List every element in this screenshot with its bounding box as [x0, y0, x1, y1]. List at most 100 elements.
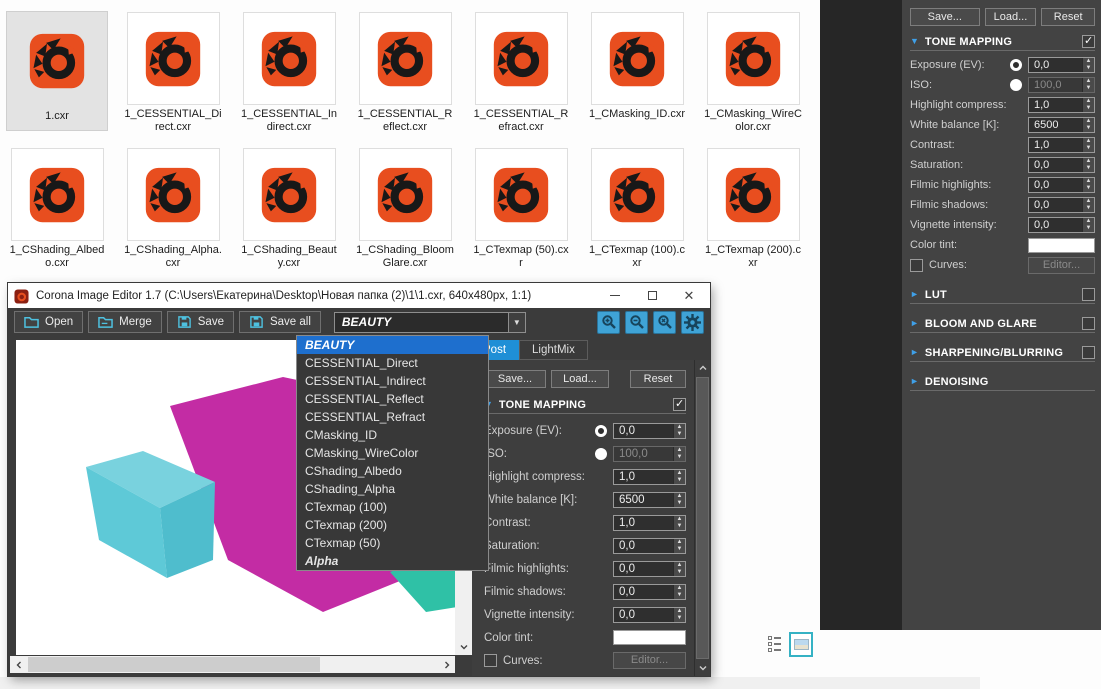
value-field[interactable]: 0,0 ▲ ▼: [1028, 57, 1095, 73]
scrollbar-thumb[interactable]: [696, 377, 709, 659]
spin-up-icon[interactable]: ▲: [1083, 158, 1094, 165]
spin-up-icon[interactable]: ▲: [1083, 138, 1094, 145]
title-bar[interactable]: Corona Image Editor 1.7 (C:\Users\Екатер…: [8, 283, 710, 308]
spin-up-icon[interactable]: ▲: [674, 516, 685, 523]
channel-option[interactable]: Alpha: [297, 552, 488, 570]
load-button[interactable]: Load...: [984, 8, 1037, 26]
zoom-in-button[interactable]: [597, 310, 620, 334]
section-sharpening-blurring[interactable]: ► SHARPENING/BLURRING: [910, 346, 1095, 362]
scroll-down-icon[interactable]: [455, 639, 472, 655]
spin-down-icon[interactable]: ▼: [674, 431, 685, 438]
channel-option[interactable]: CESSENTIAL_Direct: [297, 354, 488, 372]
value-field[interactable]: 0,0 ▲ ▼: [1028, 177, 1095, 193]
thumbnails-view-icon[interactable]: [789, 632, 813, 657]
tone-mapping-section-header[interactable]: ▼TONE MAPPING: [484, 397, 686, 414]
channel-option[interactable]: CShading_Albedo: [297, 462, 488, 480]
details-view-icon[interactable]: [768, 636, 781, 653]
spin-up-icon[interactable]: ▲: [1083, 178, 1094, 185]
file-tile[interactable]: 1_CShading_Beauty.cxr: [239, 148, 339, 270]
channel-dropdown[interactable]: BEAUTY ▼: [333, 311, 526, 333]
value-field[interactable]: 6500 ▲ ▼: [1028, 117, 1095, 133]
spin-down-icon[interactable]: ▼: [1083, 85, 1094, 92]
save-button[interactable]: Save...: [484, 370, 546, 388]
reset-button[interactable]: Reset: [1041, 8, 1095, 26]
spin-up-icon[interactable]: ▲: [674, 493, 685, 500]
open-button[interactable]: Open: [14, 311, 84, 333]
spin-up-icon[interactable]: ▲: [674, 562, 685, 569]
spinner[interactable]: ▲ ▼: [1082, 178, 1094, 192]
spin-up-icon[interactable]: ▲: [1083, 78, 1094, 85]
channel-option[interactable]: CESSENTIAL_Reflect: [297, 390, 488, 408]
spin-up-icon[interactable]: ▲: [1083, 118, 1094, 125]
channel-option[interactable]: CTexmap (50): [297, 534, 488, 552]
value-field[interactable]: 1,0 ▲ ▼: [613, 468, 686, 485]
spin-down-icon[interactable]: ▼: [674, 454, 685, 461]
curves-editor-button[interactable]: Editor...: [1028, 256, 1095, 274]
spinner[interactable]: ▲ ▼: [1082, 158, 1094, 172]
file-tile[interactable]: 1_CShading_BloomGlare.cxr: [355, 148, 455, 270]
spin-down-icon[interactable]: ▼: [674, 569, 685, 576]
canvas-horizontal-scrollbar[interactable]: [10, 656, 455, 673]
file-tile[interactable]: 1_CESSENTIAL_Indirect.cxr: [239, 12, 339, 134]
spinner[interactable]: ▲ ▼: [1082, 78, 1094, 92]
curves-checkbox[interactable]: [484, 654, 497, 667]
value-field[interactable]: 1,0 ▲ ▼: [1028, 97, 1095, 113]
value-field[interactable]: 0,0 ▲ ▼: [613, 422, 686, 439]
file-tile[interactable]: 1_CShading_Alpha.cxr: [123, 148, 223, 270]
spin-up-icon[interactable]: ▲: [1083, 98, 1094, 105]
merge-button[interactable]: Merge: [88, 311, 162, 333]
minimize-button[interactable]: [600, 286, 630, 306]
channel-option[interactable]: CTexmap (200): [297, 516, 488, 534]
value-field[interactable]: 0,0 ▲ ▼: [613, 606, 686, 623]
spin-down-icon[interactable]: ▼: [674, 592, 685, 599]
scroll-left-icon[interactable]: [10, 657, 27, 673]
spin-down-icon[interactable]: ▼: [674, 477, 685, 484]
spin-down-icon[interactable]: ▼: [1083, 125, 1094, 132]
section-denoising[interactable]: ► DENOISING: [910, 375, 1095, 391]
file-tile[interactable]: 1_CShading_Albedo.cxr: [7, 148, 107, 270]
reset-button[interactable]: Reset: [630, 370, 686, 388]
spinner[interactable]: ▲ ▼: [673, 446, 685, 461]
value-field[interactable]: 100,0 ▲ ▼: [1028, 77, 1095, 93]
value-field[interactable]: 0,0 ▲ ▼: [1028, 157, 1095, 173]
channel-option[interactable]: CTexmap (100): [297, 498, 488, 516]
color-tint-swatch[interactable]: [613, 630, 686, 645]
settings-gear-button[interactable]: [681, 310, 704, 334]
spin-up-icon[interactable]: ▲: [1083, 58, 1094, 65]
section-enable-checkbox[interactable]: [1082, 346, 1095, 359]
spinner[interactable]: ▲ ▼: [673, 423, 685, 438]
section-lut[interactable]: ► LUT: [910, 288, 1095, 304]
curves-editor-button[interactable]: Editor...: [613, 652, 686, 669]
spinner[interactable]: ▲ ▼: [1082, 218, 1094, 232]
spinner[interactable]: ▲ ▼: [1082, 58, 1094, 72]
spin-down-icon[interactable]: ▼: [674, 500, 685, 507]
file-tile[interactable]: 1_CESSENTIAL_Reflect.cxr: [355, 12, 455, 134]
spin-down-icon[interactable]: ▼: [674, 523, 685, 530]
value-field[interactable]: 0,0 ▲ ▼: [613, 537, 686, 554]
save-button[interactable]: Save: [166, 311, 234, 333]
channel-option[interactable]: CESSENTIAL_Refract: [297, 408, 488, 426]
file-tile[interactable]: 1_CTexmap (200).cxr: [703, 148, 803, 270]
channel-option[interactable]: CMasking_ID: [297, 426, 488, 444]
curves-checkbox[interactable]: [910, 258, 923, 272]
tone-mapping-enable-checkbox[interactable]: [673, 397, 686, 411]
spin-down-icon[interactable]: ▼: [1083, 205, 1094, 212]
channel-option[interactable]: CESSENTIAL_Indirect: [297, 372, 488, 390]
spinner[interactable]: ▲ ▼: [1082, 98, 1094, 112]
tone-mapping-section-header[interactable]: ▼TONE MAPPING: [910, 34, 1095, 51]
spinner[interactable]: ▲ ▼: [673, 469, 685, 484]
spin-up-icon[interactable]: ▲: [1083, 198, 1094, 205]
close-button[interactable]: ✕: [674, 286, 704, 306]
value-field[interactable]: 6500 ▲ ▼: [613, 491, 686, 508]
spin-up-icon[interactable]: ▲: [674, 447, 685, 454]
spinner[interactable]: ▲ ▼: [673, 492, 685, 507]
spin-down-icon[interactable]: ▼: [1083, 105, 1094, 112]
section-bloom-and-glare[interactable]: ► BLOOM AND GLARE: [910, 317, 1095, 333]
spin-up-icon[interactable]: ▲: [674, 470, 685, 477]
file-tile[interactable]: 1_CESSENTIAL_Direct.cxr: [123, 12, 223, 134]
value-field[interactable]: 1,0 ▲ ▼: [1028, 137, 1095, 153]
file-tile[interactable]: 1_CTexmap (100).cxr: [587, 148, 687, 270]
value-field[interactable]: 0,0 ▲ ▼: [1028, 197, 1095, 213]
scrollbar-thumb[interactable]: [28, 657, 320, 672]
channel-option[interactable]: BEAUTY: [297, 336, 488, 354]
